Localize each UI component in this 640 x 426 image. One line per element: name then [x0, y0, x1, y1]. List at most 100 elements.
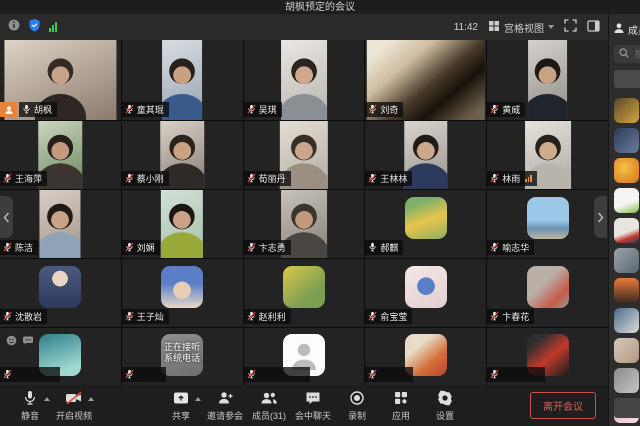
participant-tile[interactable]: [0, 328, 121, 385]
participant-tile[interactable]: 刘奇: [365, 40, 486, 120]
mic-muted-icon: [247, 369, 256, 381]
view-mode-button[interactable]: 宫格视图: [488, 20, 554, 35]
participant-name: 陈洁: [15, 241, 33, 254]
members-list: [614, 98, 640, 423]
participant-name: 郝麒: [380, 241, 398, 254]
mic-muted-icon: [247, 311, 256, 323]
participant-name: 卞志勇: [259, 241, 286, 254]
mic-on-icon: [22, 104, 31, 116]
mic-muted-icon: [368, 369, 377, 381]
participant-video: [528, 40, 568, 120]
members-panel-header: 成员: [613, 22, 640, 37]
members-panel-button[interactable]: [614, 70, 640, 88]
smiley-reaction-icon: [6, 333, 17, 351]
participant-tile[interactable]: 蔡小刚: [122, 121, 243, 189]
participant-name: 荀丽丹: [259, 172, 286, 185]
participant-name: 王子灿: [137, 310, 164, 323]
chat-button[interactable]: 会中聊天: [291, 387, 335, 425]
participant-name: 童其琨: [137, 103, 164, 116]
search-icon: [619, 45, 629, 63]
participant-tile[interactable]: 王子灿: [122, 259, 243, 327]
participant-name: 王海萍: [15, 172, 42, 185]
participant-tile[interactable]: [365, 328, 486, 385]
participant-tile[interactable]: 童其琨: [122, 40, 243, 120]
participant-tile[interactable]: 荀丽丹: [244, 121, 365, 189]
invite-button[interactable]: 邀请参会: [203, 387, 247, 425]
share-options-caret[interactable]: [195, 397, 201, 401]
participant-name: 赵利利: [259, 310, 286, 323]
video-options-caret[interactable]: [88, 397, 94, 401]
participant-tile[interactable]: 卞志勇: [244, 190, 365, 258]
gear-icon: [437, 390, 453, 406]
mic-muted-icon: [125, 104, 134, 116]
fullscreen-button[interactable]: [564, 19, 577, 35]
record-label: 录制: [348, 409, 366, 422]
participant-tile[interactable]: 王海萍: [0, 121, 121, 189]
participant-tile[interactable]: 林雨: [487, 121, 608, 189]
member-avatar[interactable]: [614, 248, 639, 273]
participant-tile[interactable]: [244, 328, 365, 385]
member-avatar[interactable]: [614, 218, 639, 243]
mic-muted-icon: [490, 104, 499, 116]
mic-muted-icon: [247, 242, 256, 254]
next-page-button[interactable]: [594, 196, 607, 238]
participant-tile[interactable]: 赵利利: [244, 259, 365, 327]
record-button[interactable]: 录制: [335, 387, 379, 425]
member-avatar[interactable]: [614, 278, 639, 303]
settings-button[interactable]: 设置: [423, 387, 467, 425]
share-screen-button[interactable]: 共享: [159, 387, 203, 425]
camera-off-icon: [65, 390, 83, 406]
mic-muted-icon: [3, 369, 12, 381]
weak-network-icon: [525, 175, 532, 182]
mute-button[interactable]: 静音: [8, 387, 52, 425]
participant-tile[interactable]: 黄威: [487, 40, 608, 120]
participant-avatar: [405, 197, 447, 239]
mic-muted-icon: [125, 173, 134, 185]
members-button[interactable]: 成员(31): [247, 387, 291, 425]
member-search-box[interactable]: [614, 45, 640, 63]
participant-tile[interactable]: 吴琪: [244, 40, 365, 120]
invite-label: 邀请参会: [207, 409, 243, 422]
participant-name: 沈散岩: [15, 310, 42, 323]
start-video-button[interactable]: 开启视频: [52, 387, 96, 425]
participant-video: [281, 40, 327, 120]
member-avatar[interactable]: [614, 368, 639, 393]
participant-tile[interactable]: 陈洁: [0, 190, 121, 258]
participant-tile[interactable]: 卞春花: [487, 259, 608, 327]
participant-tile[interactable]: 俞宝莹: [365, 259, 486, 327]
participant-name: 胡枫: [34, 103, 52, 116]
side-panel-toggle-button[interactable]: [587, 20, 600, 35]
participant-tile[interactable]: 刘娴: [122, 190, 243, 258]
member-avatar[interactable]: [614, 338, 639, 363]
participant-tile[interactable]: 沈散岩: [0, 259, 121, 327]
member-avatar[interactable]: [614, 128, 639, 153]
participant-tile[interactable]: 王林林: [365, 121, 486, 189]
apps-button[interactable]: 应用: [379, 387, 423, 425]
grid-view-icon: [488, 20, 500, 35]
member-avatar[interactable]: [614, 98, 639, 123]
member-avatar[interactable]: [614, 158, 639, 183]
info-icon[interactable]: [8, 18, 20, 36]
members-panel-footer-button[interactable]: [614, 398, 640, 418]
participant-tile[interactable]: [487, 328, 608, 385]
participant-tile[interactable]: 胡枫: [0, 40, 121, 120]
mute-options-caret[interactable]: [44, 397, 50, 401]
status-bar: 11:42 宫格视图: [0, 14, 608, 40]
participant-avatar: [39, 266, 81, 308]
participant-tile[interactable]: 郝麒: [365, 190, 486, 258]
members-icon: [260, 390, 278, 406]
share-label: 共享: [172, 409, 190, 422]
participant-avatar: [283, 266, 325, 308]
participant-tile[interactable]: 喻志华: [487, 190, 608, 258]
participant-name: 蔡小刚: [137, 172, 164, 185]
members-panel: 成员: [608, 14, 640, 426]
participant-tile[interactable]: 正在接听 系统电话: [122, 328, 243, 385]
member-avatar[interactable]: [614, 188, 639, 213]
start-video-label: 开启视频: [56, 409, 92, 422]
member-search-input[interactable]: [633, 48, 640, 60]
member-avatar[interactable]: [614, 308, 639, 333]
leave-meeting-button[interactable]: 离开会议: [530, 392, 596, 419]
security-shield-icon[interactable]: [28, 18, 41, 37]
previous-page-button[interactable]: [0, 196, 13, 238]
mic-on-icon: [368, 242, 377, 254]
